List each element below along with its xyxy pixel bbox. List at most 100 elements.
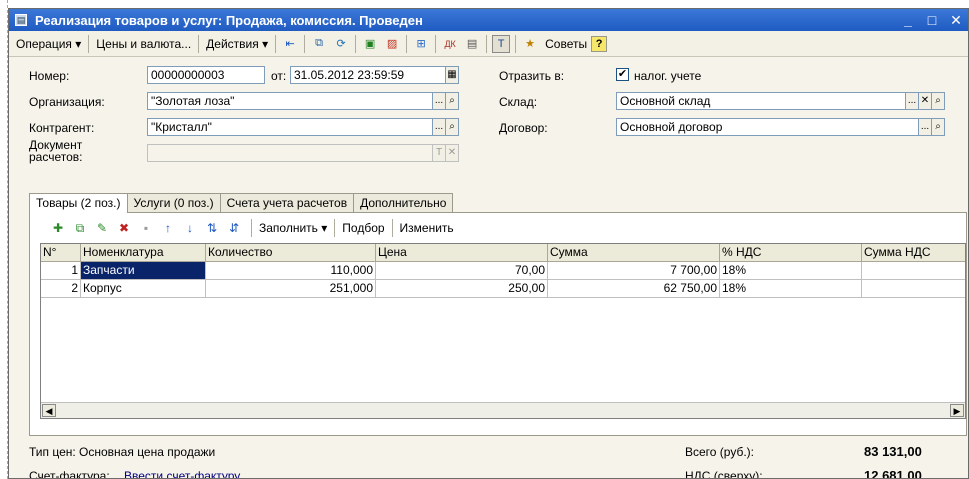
unpost-icon[interactable]: ▨ bbox=[383, 35, 401, 53]
contract-label: Договор: bbox=[499, 121, 548, 135]
table-row[interactable]: 2 Корпус 251,000 250,00 62 750,00 18% bbox=[41, 280, 965, 298]
contract-field[interactable]: Основной договор bbox=[616, 118, 932, 136]
row-sum[interactable]: 62 750,00 bbox=[548, 280, 720, 298]
add-row-icon[interactable]: ✚ bbox=[50, 220, 66, 236]
refresh-icon[interactable]: ⟳ bbox=[332, 35, 350, 53]
separator bbox=[88, 34, 90, 53]
separator bbox=[435, 34, 437, 53]
separator bbox=[251, 219, 252, 237]
contractor-select-button[interactable]: ... bbox=[432, 118, 446, 136]
contractor-field[interactable]: "Кристалл" bbox=[147, 118, 433, 136]
number-label: Номер: bbox=[29, 69, 70, 83]
settlement-doc-label: Документ расчетов: bbox=[29, 139, 82, 163]
scroll-right-icon[interactable]: ▶ bbox=[950, 404, 964, 417]
price-type-text: Тип цен: Основная цена продажи bbox=[29, 445, 216, 459]
sort-asc-icon[interactable]: ⇅ bbox=[204, 220, 220, 236]
left-edge-strip bbox=[0, 0, 8, 479]
fill-menu[interactable]: Заполнить ▾ bbox=[255, 219, 331, 237]
row-vat-sum[interactable] bbox=[862, 262, 965, 280]
select-button[interactable]: Подбор bbox=[338, 219, 388, 237]
row-quantity[interactable]: 110,000 bbox=[206, 262, 376, 280]
contractor-search-icon[interactable]: ⌕ bbox=[445, 118, 459, 136]
warehouse-field[interactable]: Основной склад bbox=[616, 92, 906, 110]
dt-kt-icon[interactable]: ДК bbox=[441, 35, 459, 53]
warehouse-select-button[interactable]: ... bbox=[905, 92, 919, 110]
row-sum[interactable]: 7 700,00 bbox=[548, 262, 720, 280]
row-quantity[interactable]: 251,000 bbox=[206, 280, 376, 298]
tab-additional[interactable]: Дополнительно bbox=[353, 193, 454, 212]
sort-desc-icon[interactable]: ⇵ bbox=[226, 220, 242, 236]
separator bbox=[304, 34, 306, 53]
warehouse-label: Склад: bbox=[499, 95, 538, 109]
organization-select-button[interactable]: ... bbox=[432, 92, 446, 110]
col-sum[interactable]: Сумма bbox=[548, 244, 720, 262]
row-price[interactable]: 70,00 bbox=[376, 262, 548, 280]
actions-menu[interactable]: Действия ▾ bbox=[202, 35, 272, 53]
col-price[interactable]: Цена bbox=[376, 244, 548, 262]
operation-menu[interactable]: Операция ▾ bbox=[12, 35, 85, 53]
row-nomenclature[interactable]: Корпус bbox=[81, 280, 206, 298]
post-icon[interactable]: ▣ bbox=[361, 35, 379, 53]
horizontal-scrollbar[interactable]: ◀ ▶ bbox=[41, 402, 965, 418]
col-quantity[interactable]: Количество bbox=[206, 244, 376, 262]
col-number[interactable]: N° bbox=[41, 244, 81, 262]
organization-search-icon[interactable]: ⌕ bbox=[445, 92, 459, 110]
tab-goods[interactable]: Товары (2 поз.) bbox=[29, 193, 128, 213]
calendar-icon[interactable]: ▦ bbox=[445, 66, 459, 84]
contract-search-icon[interactable]: ⌕ bbox=[931, 118, 945, 136]
document-icon: ▤ bbox=[15, 14, 27, 26]
advice-button[interactable]: Советы bbox=[541, 35, 591, 53]
col-vat-rate[interactable]: % НДС bbox=[720, 244, 862, 262]
total-label: Всего (руб.): bbox=[685, 445, 755, 459]
help-icon[interactable]: ? bbox=[591, 35, 608, 52]
change-button[interactable]: Изменить bbox=[396, 219, 458, 237]
warehouse-clear-icon[interactable]: ✕ bbox=[918, 92, 932, 110]
row-vat-rate[interactable]: 18% bbox=[720, 280, 862, 298]
edit-row-icon[interactable]: ✎ bbox=[94, 220, 110, 236]
row-vat-sum[interactable] bbox=[862, 280, 965, 298]
organization-label: Организация: bbox=[29, 95, 105, 109]
contractor-label: Контрагент: bbox=[29, 121, 95, 135]
tab-strip: Товары (2 поз.) Услуги (0 поз.) Счета уч… bbox=[29, 193, 454, 213]
warehouse-search-icon[interactable]: ⌕ bbox=[931, 92, 945, 110]
row-number: 2 bbox=[41, 280, 81, 298]
go-to-icon[interactable]: ⇤ bbox=[281, 35, 299, 53]
row-number: 1 bbox=[41, 262, 81, 280]
document-window: ▤ Реализация товаров и услуг: Продажа, к… bbox=[8, 8, 969, 479]
window-title: Реализация товаров и услуг: Продажа, ком… bbox=[35, 12, 423, 28]
tab-services[interactable]: Услуги (0 поз.) bbox=[126, 193, 221, 212]
table-row[interactable]: 1 Запчасти 110,000 70,00 7 700,00 18% bbox=[41, 262, 965, 280]
create-based-on-icon[interactable]: ⊞ bbox=[412, 35, 430, 53]
date-field[interactable]: 31.05.2012 23:59:59 bbox=[290, 66, 446, 84]
copy-row-icon[interactable]: ⧉ bbox=[72, 220, 88, 236]
close-button[interactable]: ✕ bbox=[944, 12, 968, 29]
row-nomenclature[interactable]: Запчасти bbox=[81, 262, 206, 280]
organization-field[interactable]: "Золотая лоза" bbox=[147, 92, 433, 110]
table-header: N° Номенклатура Количество Цена Сумма % … bbox=[41, 244, 965, 262]
separator bbox=[391, 219, 393, 237]
col-vat-sum[interactable]: Сумма НДС bbox=[862, 244, 965, 262]
row-price[interactable]: 250,00 bbox=[376, 280, 548, 298]
row-vat-rate[interactable]: 18% bbox=[720, 262, 862, 280]
prices-currency-button[interactable]: Цены и валюта... bbox=[92, 35, 195, 53]
move-down-icon[interactable]: ↓ bbox=[182, 220, 198, 236]
maximize-button[interactable]: □ bbox=[920, 12, 944, 28]
advice-icon[interactable]: ★ bbox=[521, 35, 539, 53]
tab-settlement-accounts[interactable]: Счета учета расчетов bbox=[219, 193, 355, 212]
invoice-label: Счет-фактура: bbox=[29, 469, 110, 479]
total-value: 83 131,00 bbox=[864, 444, 922, 459]
col-nomenclature[interactable]: Номенклатура bbox=[81, 244, 206, 262]
minimize-button[interactable]: _ bbox=[896, 12, 920, 28]
goods-panel: ✚ ⧉ ✎ ✖ ▪ ↑ ↓ ⇅ ⇵ Заполнить ▾ Подбор Изм… bbox=[29, 212, 967, 436]
report-icon[interactable]: ▤ bbox=[463, 35, 481, 53]
number-field[interactable]: 00000000003 bbox=[147, 66, 265, 84]
text-mode-icon[interactable]: Т bbox=[492, 34, 511, 53]
scroll-left-icon[interactable]: ◀ bbox=[42, 404, 56, 417]
main-toolbar: Операция ▾ Цены и валюта... Действия ▾ ⇤… bbox=[9, 31, 968, 57]
tax-accounting-checkbox[interactable]: ✔ bbox=[616, 68, 629, 81]
contract-select-button[interactable]: ... bbox=[918, 118, 932, 136]
delete-row-icon[interactable]: ✖ bbox=[116, 220, 132, 236]
structure-icon[interactable]: ⧉ bbox=[310, 35, 328, 53]
move-up-icon[interactable]: ↑ bbox=[160, 220, 176, 236]
enter-invoice-link[interactable]: Ввести счет-фактуру bbox=[124, 469, 240, 478]
